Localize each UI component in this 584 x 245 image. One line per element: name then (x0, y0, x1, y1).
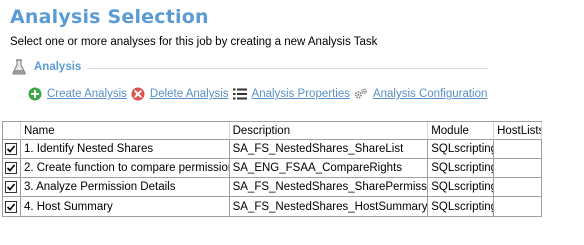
section-divider (87, 67, 488, 69)
row-name: 4. Host Summary (21, 197, 230, 216)
row-description: SA_ENG_FSAA_CompareRights (229, 159, 429, 178)
grid-header-row: Name Description Module HostLists (3, 122, 542, 140)
row-checkbox[interactable] (5, 162, 18, 174)
analysis-configuration-button[interactable]: Analysis Configuration (354, 87, 487, 101)
checkmark-icon (7, 145, 16, 153)
column-header-name[interactable]: Name (20, 122, 230, 140)
add-icon (28, 87, 42, 101)
checkmark-icon (7, 164, 16, 172)
row-checkbox[interactable] (5, 181, 18, 193)
section-title: Analysis (34, 61, 82, 73)
create-analysis-button[interactable]: Create Analysis (28, 87, 127, 101)
row-hostlists[interactable] (494, 197, 542, 216)
create-analysis-link[interactable]: Create Analysis (47, 88, 127, 100)
row-checkbox[interactable] (5, 143, 18, 155)
header-check-column (3, 122, 21, 140)
column-header-hostlists[interactable]: HostLists (494, 122, 542, 140)
table-row[interactable]: 1. Identify Nested Shares SA_FS_NestedSh… (3, 140, 542, 159)
analysis-properties-button[interactable]: Analysis Properties (232, 87, 350, 101)
row-hostlists[interactable] (494, 140, 542, 159)
row-description: SA_FS_NestedShares_SharePermissions (229, 178, 429, 197)
row-name: 1. Identify Nested Shares (20, 140, 230, 159)
column-header-module[interactable]: Module (428, 122, 495, 140)
table-row[interactable]: 2. Create function to compare permission… (3, 159, 542, 178)
row-hostlists[interactable] (494, 178, 542, 197)
page-subtitle: Select one or more analyses for this job… (10, 36, 378, 48)
row-module: SQLscripting (428, 178, 495, 197)
flask-icon (12, 59, 26, 75)
checkmark-icon (7, 183, 16, 191)
row-hostlists[interactable] (494, 159, 542, 178)
analysis-grid: Name Description Module HostLists 1. Ide… (2, 121, 542, 217)
row-name: 3. Analyze Permission Details (20, 178, 230, 197)
row-description: SA_FS_NestedShares_HostSummary (230, 197, 429, 216)
delete-icon (131, 87, 145, 101)
row-name: 2. Create function to compare permission… (20, 159, 230, 178)
row-checkbox[interactable] (5, 200, 18, 213)
page-title: Analysis Selection (10, 6, 209, 28)
analysis-properties-link[interactable]: Analysis Properties (252, 88, 350, 100)
row-description: SA_FS_NestedShares_ShareList (229, 140, 429, 159)
column-header-description[interactable]: Description (229, 122, 429, 140)
row-module: SQLscripting (428, 197, 495, 216)
table-row[interactable]: 4. Host Summary SA_FS_NestedShares_HostS… (3, 197, 542, 216)
checkmark-icon (7, 202, 16, 211)
delete-analysis-button[interactable]: Delete Analysis (131, 87, 229, 101)
analysis-section-header: Analysis (12, 57, 488, 77)
table-row[interactable]: 3. Analyze Permission Details SA_FS_Nest… (3, 178, 542, 197)
gears-icon (354, 87, 368, 101)
row-module: SQLscripting (428, 159, 495, 178)
analysis-toolbar: Create Analysis Delete Analysis Analysis… (28, 86, 491, 102)
delete-analysis-link[interactable]: Delete Analysis (150, 88, 229, 100)
row-module: SQLscripting (428, 140, 495, 159)
analysis-configuration-link[interactable]: Analysis Configuration (373, 88, 487, 100)
list-icon (232, 87, 247, 101)
